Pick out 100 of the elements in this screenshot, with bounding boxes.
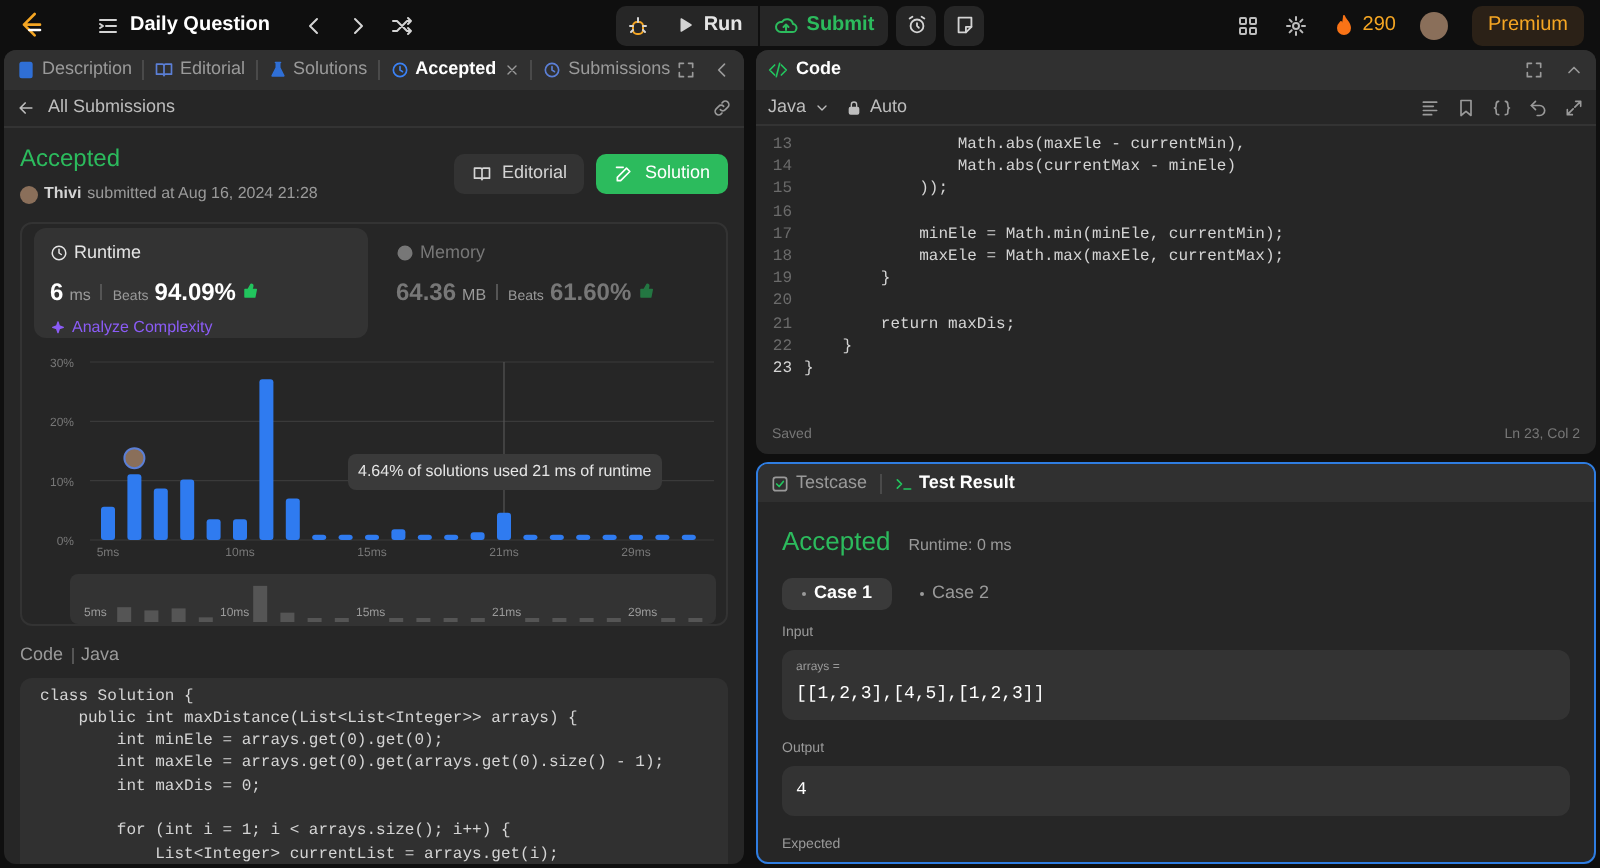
edit-icon bbox=[614, 163, 635, 183]
submission-time: submitted at Aug 16, 2024 21:28 bbox=[87, 182, 318, 206]
note-icon bbox=[953, 14, 976, 36]
beats-percent: 61.60% bbox=[549, 275, 632, 309]
format-icon[interactable] bbox=[1420, 97, 1440, 117]
timer-button[interactable] bbox=[896, 5, 937, 45]
editorial-button[interactable]: Editorial bbox=[453, 153, 585, 193]
database-icon bbox=[396, 244, 414, 263]
panel-tab[interactable]: Test Result bbox=[893, 469, 1015, 497]
flask-icon bbox=[267, 60, 288, 80]
stat-title: Memory bbox=[420, 240, 486, 266]
submission-status: Accepted bbox=[20, 142, 123, 176]
terminal-icon bbox=[893, 473, 914, 493]
chart-bar bbox=[549, 534, 564, 540]
chart-bar bbox=[629, 534, 643, 540]
bookmark-icon[interactable] bbox=[1456, 97, 1476, 117]
sparkle-icon bbox=[50, 319, 66, 335]
stat-title: Runtime bbox=[74, 240, 142, 266]
auto-mode-toggle[interactable]: Auto bbox=[846, 93, 908, 121]
panel-tab[interactable]: Accepted bbox=[389, 56, 497, 84]
stat-value: 6 bbox=[50, 275, 64, 309]
code-line: for (int i = 1; i < arrays.size(); i++) { bbox=[114, 820, 513, 844]
chart-bar bbox=[180, 479, 195, 540]
book-icon bbox=[154, 60, 175, 80]
chart-bar bbox=[312, 534, 327, 540]
thumbs-up-icon bbox=[637, 281, 656, 299]
chart-bar bbox=[365, 534, 379, 540]
panel-tab[interactable]: Editorial bbox=[154, 56, 246, 84]
code-line: Math.abs(currentMax - minEle) bbox=[955, 156, 1237, 179]
output-value: 4 bbox=[796, 777, 807, 804]
language-dropdown[interactable]: Java bbox=[768, 93, 831, 121]
beats-percent: 94.09% bbox=[154, 275, 236, 309]
premium-button[interactable]: Premium bbox=[1471, 5, 1584, 45]
document-icon bbox=[16, 60, 36, 80]
panel-tab[interactable]: Submissions bbox=[542, 56, 671, 84]
code-line: } bbox=[878, 268, 891, 291]
code-line: )); bbox=[917, 178, 949, 202]
daily-question-button[interactable]: Daily Question bbox=[96, 10, 271, 40]
panel-tab[interactable]: Solutions bbox=[267, 56, 368, 84]
line-number: 17 bbox=[770, 223, 794, 246]
runtime-text: Runtime: 0 ms bbox=[908, 534, 1012, 558]
input-value: [[1,2,3],[4,5],[1,2,3]] bbox=[796, 682, 1047, 708]
notes-button[interactable] bbox=[944, 5, 985, 45]
fullscreen-icon[interactable] bbox=[676, 60, 696, 80]
fullscreen-icon[interactable] bbox=[1524, 60, 1544, 80]
book-icon bbox=[471, 163, 492, 183]
panel-tab[interactable]: Testcase bbox=[770, 469, 868, 497]
chart-bar bbox=[391, 529, 406, 540]
code-line: Math.abs(maxEle - currentMin), bbox=[955, 134, 1246, 157]
avatar bbox=[20, 185, 38, 203]
checkbox-icon bbox=[770, 473, 790, 493]
chart-bar bbox=[206, 519, 221, 540]
undo-icon[interactable] bbox=[1528, 97, 1548, 117]
link-icon[interactable] bbox=[712, 98, 732, 118]
grid-icon[interactable] bbox=[1236, 13, 1261, 37]
streak-counter[interactable]: 290 bbox=[1332, 10, 1396, 40]
code-line: class Solution { bbox=[40, 685, 196, 708]
code-line: int minEle = arrays.get(0).get(0); bbox=[114, 730, 446, 753]
result-status: Accepted bbox=[782, 524, 891, 560]
settings-icon[interactable] bbox=[1284, 13, 1309, 37]
panel-tab[interactable]: Description bbox=[16, 56, 133, 84]
run-button[interactable]: Run bbox=[659, 5, 759, 45]
code-line: int maxEle = arrays.get(0).get(arrays.get(0).size() - 1); bbox=[114, 752, 667, 776]
braces-icon[interactable] bbox=[1492, 97, 1512, 117]
chart-bar bbox=[285, 498, 300, 540]
clock-icon bbox=[50, 244, 68, 263]
shuffle-icon[interactable] bbox=[390, 13, 415, 37]
chart-bar bbox=[681, 534, 696, 540]
stat-unit: MB bbox=[462, 283, 487, 307]
line-number: 13 bbox=[770, 134, 794, 157]
code-line: } bbox=[840, 335, 853, 358]
username[interactable]: Thivi bbox=[44, 182, 82, 206]
stat-unit: ms bbox=[69, 283, 91, 307]
avatar[interactable] bbox=[1419, 11, 1448, 39]
flame-icon bbox=[1332, 13, 1357, 37]
chart-bar bbox=[470, 532, 485, 540]
case-tab[interactable]: Case 1 bbox=[782, 577, 893, 609]
language-label: Java bbox=[81, 642, 120, 668]
line-number: 21 bbox=[770, 313, 794, 336]
all-submissions-link[interactable]: All Submissions bbox=[16, 94, 176, 122]
chart-bar bbox=[101, 506, 115, 540]
chart-bar bbox=[576, 534, 591, 540]
thumbs-up-icon bbox=[241, 281, 260, 299]
code-line: int maxDis = 0; bbox=[114, 775, 263, 798]
submit-button[interactable]: Submit bbox=[758, 5, 889, 45]
line-number: 14 bbox=[770, 156, 794, 179]
chart-bar bbox=[655, 534, 670, 540]
chart-bar bbox=[153, 488, 168, 540]
chart-tooltip: 4.64% of solutions used 21 ms of runtime bbox=[348, 454, 662, 490]
stat-value: 64.36 bbox=[396, 275, 457, 309]
code-line: } bbox=[804, 357, 814, 381]
code-label: Code bbox=[20, 642, 64, 668]
code-line: List<Integer> currentList = arrays.get(i); bbox=[153, 843, 561, 864]
line-number: 18 bbox=[770, 245, 794, 269]
close-icon[interactable] bbox=[504, 62, 521, 78]
code-line: public int maxDistance(List<List<Integer>> arrays) { bbox=[76, 707, 580, 731]
expand-icon[interactable] bbox=[1564, 97, 1584, 117]
bug-icon bbox=[625, 13, 650, 37]
line-number: 16 bbox=[770, 201, 794, 224]
case-tab[interactable]: Case 2 bbox=[900, 577, 1010, 609]
